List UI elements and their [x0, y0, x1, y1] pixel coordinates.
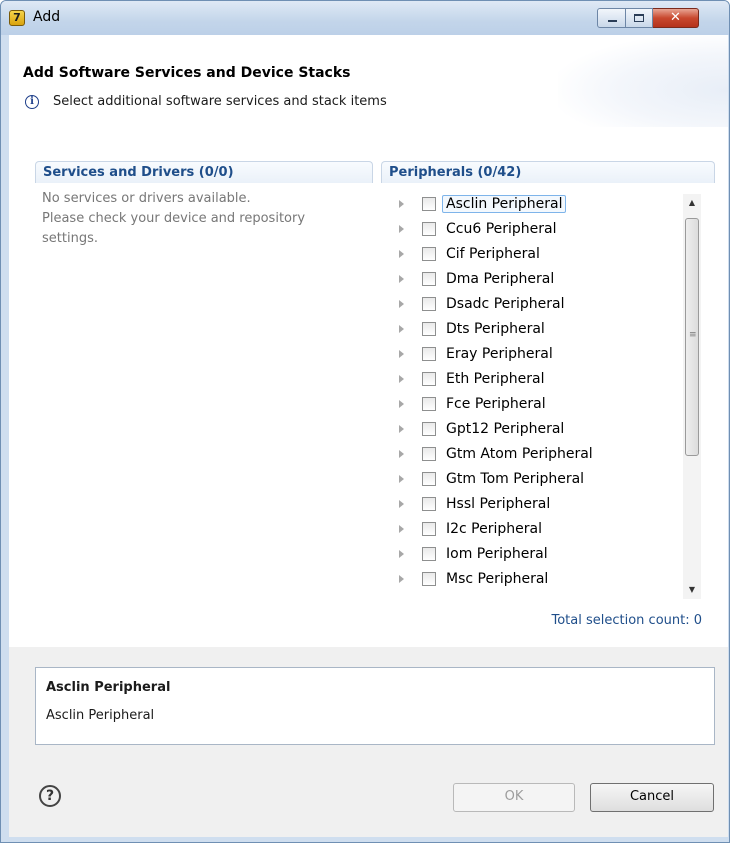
- tree-row[interactable]: I2c Peripheral: [389, 519, 679, 541]
- dialog-header: Add Software Services and Device Stacks …: [9, 35, 728, 127]
- cancel-button[interactable]: Cancel: [590, 783, 714, 812]
- tree-item-label[interactable]: Iom Peripheral: [442, 545, 552, 563]
- tree-item-label[interactable]: Msc Peripheral: [442, 570, 552, 588]
- services-empty-line: settings.: [42, 231, 98, 246]
- scroll-thumb[interactable]: ≡: [685, 218, 699, 456]
- tree-item-label[interactable]: Gtm Atom Peripheral: [442, 445, 597, 463]
- checkbox[interactable]: [422, 222, 436, 236]
- dialog-message: Select additional software services and …: [53, 94, 387, 109]
- tree-item-label[interactable]: Fce Peripheral: [442, 395, 550, 413]
- maximize-button[interactable]: [626, 8, 653, 28]
- tree-item-label[interactable]: Gpt12 Peripheral: [442, 420, 568, 438]
- tree-item-label[interactable]: Gtm Tom Peripheral: [442, 470, 588, 488]
- tree-row[interactable]: Cif Peripheral: [389, 244, 679, 266]
- scroll-up-icon[interactable]: ▲: [683, 194, 701, 212]
- grip-icon: ≡: [689, 330, 697, 340]
- dialog-window: 7 Add ✕ Add Software Services and Device…: [0, 0, 730, 843]
- expand-arrow-icon[interactable]: [399, 200, 404, 208]
- minimize-icon: [608, 20, 617, 22]
- header-decoration: [558, 35, 728, 127]
- expand-arrow-icon[interactable]: [399, 300, 404, 308]
- window-title: Add: [33, 9, 61, 25]
- minimize-button[interactable]: [597, 8, 626, 28]
- tree-row[interactable]: Eth Peripheral: [389, 369, 679, 391]
- tree-row[interactable]: Asclin Peripheral: [389, 194, 679, 216]
- checkbox[interactable]: [422, 497, 436, 511]
- expand-arrow-icon[interactable]: [399, 225, 404, 233]
- tree-row[interactable]: Ccu6 Peripheral: [389, 219, 679, 241]
- checkbox[interactable]: [422, 347, 436, 361]
- title-bar[interactable]: 7 Add ✕: [1, 1, 729, 35]
- expand-arrow-icon[interactable]: [399, 575, 404, 583]
- expand-arrow-icon[interactable]: [399, 275, 404, 283]
- expand-arrow-icon[interactable]: [399, 325, 404, 333]
- services-empty-line: Please check your device and repository: [42, 211, 306, 226]
- total-selection-count: Total selection count: 0: [551, 613, 702, 628]
- tree-row[interactable]: Hssl Peripheral: [389, 494, 679, 516]
- checkbox[interactable]: [422, 447, 436, 461]
- close-button[interactable]: ✕: [653, 8, 699, 28]
- tree-row[interactable]: Dts Peripheral: [389, 319, 679, 341]
- services-empty-line: No services or drivers available.: [42, 191, 251, 206]
- checkbox[interactable]: [422, 247, 436, 261]
- description-text: Asclin Peripheral: [46, 708, 155, 723]
- description-title: Asclin Peripheral: [46, 680, 171, 695]
- expand-arrow-icon[interactable]: [399, 250, 404, 258]
- tree-item-label[interactable]: Cif Peripheral: [442, 245, 544, 263]
- tree-item-label[interactable]: Hssl Peripheral: [442, 495, 554, 513]
- vertical-scrollbar[interactable]: ▲ ≡ ▼: [683, 194, 701, 599]
- close-icon: ✕: [670, 10, 681, 25]
- tree-row[interactable]: Iom Peripheral: [389, 544, 679, 566]
- scroll-down-icon[interactable]: ▼: [683, 581, 701, 599]
- peripherals-panel-header: Peripherals (0/42): [381, 161, 715, 183]
- expand-arrow-icon[interactable]: [399, 500, 404, 508]
- expand-arrow-icon[interactable]: [399, 350, 404, 358]
- tree-row[interactable]: Dsadc Peripheral: [389, 294, 679, 316]
- dialog-client-area: Add Software Services and Device Stacks …: [9, 35, 728, 837]
- tree-item-label[interactable]: Eray Peripheral: [442, 345, 557, 363]
- checkbox[interactable]: [422, 372, 436, 386]
- dialog-title: Add Software Services and Device Stacks: [23, 65, 351, 81]
- services-empty-message: No services or drivers available. Please…: [42, 189, 352, 249]
- services-panel-header: Services and Drivers (0/0): [35, 161, 373, 183]
- tree-row[interactable]: Msc Peripheral: [389, 569, 679, 591]
- tree-item-label[interactable]: Eth Peripheral: [442, 370, 548, 388]
- tree-row[interactable]: Eray Peripheral: [389, 344, 679, 366]
- description-box: Asclin Peripheral Asclin Peripheral: [35, 667, 715, 745]
- checkbox[interactable]: [422, 522, 436, 536]
- expand-arrow-icon[interactable]: [399, 450, 404, 458]
- tree-row[interactable]: Gtm Tom Peripheral: [389, 469, 679, 491]
- expand-arrow-icon[interactable]: [399, 550, 404, 558]
- checkbox[interactable]: [422, 397, 436, 411]
- maximize-icon: [634, 14, 644, 22]
- checkbox[interactable]: [422, 547, 436, 561]
- expand-arrow-icon[interactable]: [399, 475, 404, 483]
- tree-row[interactable]: Fce Peripheral: [389, 394, 679, 416]
- ok-button[interactable]: OK: [453, 783, 575, 812]
- expand-arrow-icon[interactable]: [399, 400, 404, 408]
- tree-item-label[interactable]: Dts Peripheral: [442, 320, 549, 338]
- checkbox[interactable]: [422, 272, 436, 286]
- checkbox[interactable]: [422, 197, 436, 211]
- expand-arrow-icon[interactable]: [399, 425, 404, 433]
- checkbox[interactable]: [422, 322, 436, 336]
- dialog-footer: ? OK Cancel: [9, 759, 728, 837]
- tree-item-label[interactable]: Dsadc Peripheral: [442, 295, 569, 313]
- expand-arrow-icon[interactable]: [399, 525, 404, 533]
- tree-row[interactable]: Gpt12 Peripheral: [389, 419, 679, 441]
- expand-arrow-icon[interactable]: [399, 375, 404, 383]
- info-icon: i: [25, 95, 39, 109]
- tree-item-label[interactable]: Dma Peripheral: [442, 270, 558, 288]
- checkbox[interactable]: [422, 297, 436, 311]
- tree-item-label[interactable]: I2c Peripheral: [442, 520, 546, 538]
- tree-item-label[interactable]: Asclin Peripheral: [442, 195, 567, 213]
- checkbox[interactable]: [422, 422, 436, 436]
- tree-row[interactable]: Dma Peripheral: [389, 269, 679, 291]
- tree-item-label[interactable]: Ccu6 Peripheral: [442, 220, 561, 238]
- app-icon: 7: [9, 10, 25, 26]
- checkbox[interactable]: [422, 572, 436, 586]
- checkbox[interactable]: [422, 472, 436, 486]
- tree-row[interactable]: Gtm Atom Peripheral: [389, 444, 679, 466]
- help-icon[interactable]: ?: [39, 785, 61, 807]
